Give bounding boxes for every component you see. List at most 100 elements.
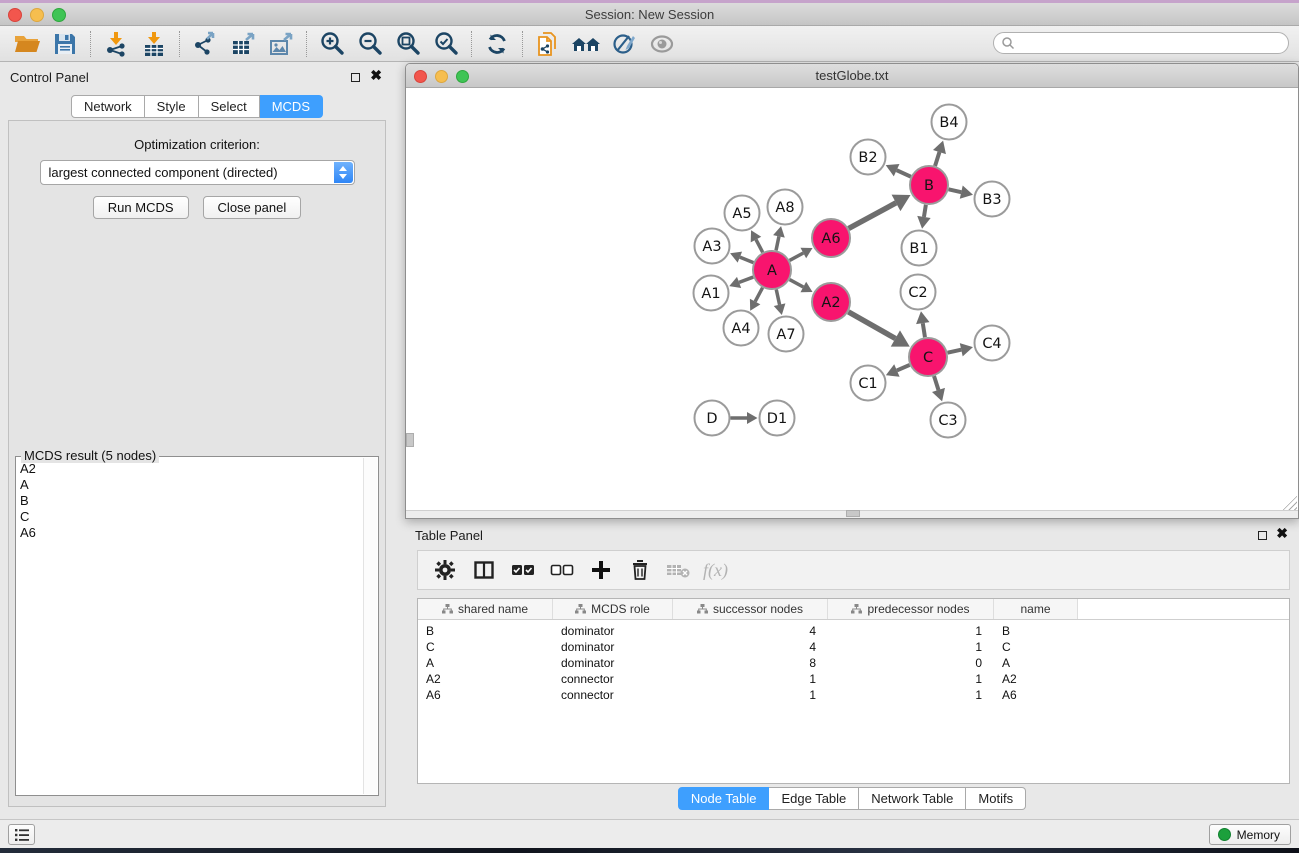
tab-network-table[interactable]: Network Table (859, 787, 966, 810)
table-cell[interactable]: B (418, 623, 553, 639)
close-panel-icon[interactable]: ✖ (370, 68, 382, 82)
network-canvas[interactable]: B4B2BB3B1C2A5A8A6A3AA1A2A4A7CC4C1C3DD1 (406, 88, 1298, 511)
trash-icon (630, 559, 650, 581)
table-cell[interactable]: 0 (828, 655, 994, 671)
desktop-background (0, 848, 1299, 853)
table-cell[interactable]: A6 (418, 687, 553, 703)
column-header-name[interactable]: name (994, 599, 1078, 619)
search-input[interactable] (1015, 35, 1288, 51)
mcds-result-item[interactable]: C (20, 509, 362, 525)
zoom-out-button[interactable] (351, 29, 389, 59)
table-row[interactable]: A6connector11A6 (418, 687, 1289, 703)
graph-node-label: A2 (821, 295, 840, 311)
table-cell[interactable]: connector (553, 687, 673, 703)
refresh-button[interactable] (478, 29, 516, 59)
delete-table-button[interactable] (664, 555, 694, 585)
table-cell[interactable]: dominator (553, 639, 673, 655)
export-network-button[interactable] (186, 29, 224, 59)
table-cell[interactable]: 4 (673, 623, 828, 639)
criterion-select[interactable]: largest connected component (directed) (40, 160, 355, 185)
float-panel-icon[interactable] (351, 73, 360, 82)
network-overview-button[interactable] (567, 29, 605, 59)
result-scrollbar[interactable] (363, 458, 377, 794)
table-settings-button[interactable] (430, 555, 460, 585)
open-session-button[interactable] (8, 29, 46, 59)
close-table-panel-icon[interactable]: ✖ (1276, 526, 1288, 540)
memory-button[interactable]: Memory (1209, 824, 1291, 845)
function-builder-icon[interactable]: f(x) (703, 560, 728, 581)
export-table-button[interactable] (224, 29, 262, 59)
tab-network[interactable]: Network (71, 95, 145, 118)
refresh-icon (484, 31, 510, 57)
table-cell[interactable]: 1 (828, 687, 994, 703)
table-row[interactable]: Bdominator41B (418, 623, 1289, 639)
columns-icon (473, 559, 495, 581)
delete-column-button[interactable] (625, 555, 655, 585)
table-cell[interactable]: 4 (673, 639, 828, 655)
export-image-button[interactable] (262, 29, 300, 59)
float-table-panel-icon[interactable] (1258, 531, 1267, 540)
close-panel-button[interactable]: Close panel (203, 196, 302, 219)
table-cell[interactable]: dominator (553, 623, 673, 639)
tab-edge-table[interactable]: Edge Table (769, 787, 859, 810)
table-cell[interactable]: connector (553, 671, 673, 687)
table-row[interactable]: Cdominator41C (418, 639, 1289, 655)
tab-mcds[interactable]: MCDS (260, 95, 323, 118)
mcds-result-item[interactable]: A6 (20, 525, 362, 541)
run-mcds-button[interactable]: Run MCDS (93, 196, 189, 219)
zoom-in-icon (319, 30, 346, 57)
column-header-predecessor-nodes[interactable]: predecessor nodes (828, 599, 994, 619)
tab-style[interactable]: Style (145, 95, 199, 118)
deselect-all-columns-button[interactable] (547, 555, 577, 585)
create-column-button[interactable] (586, 555, 616, 585)
status-bar: Memory (0, 819, 1299, 848)
zoom-selected-button[interactable] (427, 29, 465, 59)
houses-icon (571, 32, 601, 56)
mcds-result-list[interactable]: A2ABCA6 (20, 461, 362, 793)
table-row[interactable]: Adominator80A (418, 655, 1289, 671)
unchecked-boxes-icon (550, 563, 574, 577)
zoom-fit-button[interactable] (389, 29, 427, 59)
table-row[interactable]: A2connector11A2 (418, 671, 1289, 687)
table-cell[interactable]: A (994, 655, 1078, 671)
table-cell[interactable]: B (994, 623, 1078, 639)
table-cell[interactable]: 1 (673, 671, 828, 687)
annotation-mode-button[interactable] (605, 29, 643, 59)
table-cell[interactable]: 8 (673, 655, 828, 671)
tab-node-table[interactable]: Node Table (678, 787, 770, 810)
network-graph: B4B2BB3B1C2A5A8A6A3AA1A2A4A7CC4C1C3DD1 (406, 88, 1298, 513)
mcds-result-item[interactable]: A (20, 477, 362, 493)
mcds-result-item[interactable]: B (20, 493, 362, 509)
zoom-in-button[interactable] (313, 29, 351, 59)
toolbar-separator (522, 31, 523, 57)
import-table-button[interactable] (135, 29, 173, 59)
tab-motifs[interactable]: Motifs (966, 787, 1026, 810)
table-cell[interactable]: dominator (553, 655, 673, 671)
mcds-result-item[interactable]: A2 (20, 461, 362, 477)
table-cell[interactable]: 1 (828, 639, 994, 655)
horizontal-scroll-handle[interactable] (846, 510, 860, 517)
show-columns-button[interactable] (469, 555, 499, 585)
table-cell[interactable]: A6 (994, 687, 1078, 703)
table-cell[interactable]: 1 (828, 671, 994, 687)
table-cell[interactable]: C (994, 639, 1078, 655)
column-header-shared-name[interactable]: shared name (418, 599, 553, 619)
select-all-columns-button[interactable] (508, 555, 538, 585)
save-session-button[interactable] (46, 29, 84, 59)
optimization-criterion-label: Optimization criterion: (9, 137, 385, 152)
table-cell[interactable]: A2 (994, 671, 1078, 687)
column-header-MCDS-role[interactable]: MCDS role (553, 599, 673, 619)
tab-select[interactable]: Select (199, 95, 260, 118)
table-cell[interactable]: 1 (828, 623, 994, 639)
table-cell[interactable]: C (418, 639, 553, 655)
toggle-graphics-details-button[interactable] (643, 29, 681, 59)
column-header-successor-nodes[interactable]: successor nodes (673, 599, 828, 619)
import-network-button[interactable] (97, 29, 135, 59)
table-cell[interactable]: 1 (673, 687, 828, 703)
table-cell[interactable]: A2 (418, 671, 553, 687)
table-cell[interactable]: A (418, 655, 553, 671)
vertical-scroll-handle[interactable] (406, 433, 414, 447)
task-history-button[interactable] (8, 824, 35, 845)
gear-icon (434, 559, 456, 581)
duplicate-network-button[interactable] (529, 29, 567, 59)
